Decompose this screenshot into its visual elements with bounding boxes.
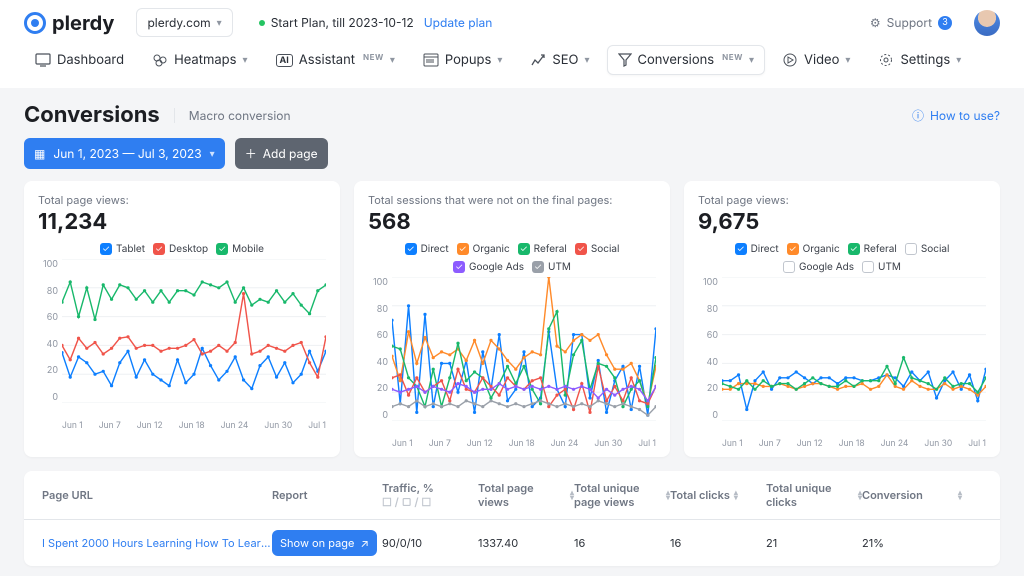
nav-video[interactable]: Video ▾ [771, 45, 861, 75]
plus-icon: ＋ [245, 145, 257, 162]
legend-organic[interactable]: ✓Organic [787, 243, 840, 255]
th-report[interactable]: Report [272, 488, 382, 502]
sort-icon[interactable]: ▴▾ [734, 490, 738, 500]
chevron-down-icon: ▾ [956, 54, 961, 66]
legend-social[interactable]: Social [905, 243, 950, 255]
th-url[interactable]: Page URL [42, 488, 272, 502]
legend-direct[interactable]: ✓Direct [405, 243, 449, 255]
page-title: Conversions [24, 102, 160, 128]
th-views[interactable]: Total page views ▴▾ [478, 481, 574, 509]
card-0: Total page views:11,234✓Tablet✓Desktop✓M… [24, 181, 340, 457]
nav-conversions[interactable]: ConversionsNEW ▾ [607, 45, 765, 75]
card-value: 9,675 [698, 209, 986, 235]
nav-heatmaps[interactable]: Heatmaps ▾ [141, 45, 258, 75]
card-value: 11,234 [38, 209, 326, 235]
legend-tablet[interactable]: ✓Tablet [100, 243, 145, 255]
nav-assistant[interactable]: AI AssistantNEW ▾ [265, 45, 406, 75]
table-row: I Spent 2000 Hours Learning How To Learn… [24, 519, 1000, 566]
support-count: 3 [938, 16, 952, 30]
card-1: Total sessions that were not on the fina… [354, 181, 670, 457]
dot-icon [259, 20, 265, 26]
legend-utm[interactable]: ✓UTM [532, 261, 571, 273]
chevron-down-icon: ▾ [845, 54, 850, 66]
chevron-down-icon: ▾ [217, 17, 222, 29]
th-conversion[interactable]: Conversion [862, 488, 958, 502]
legend-social[interactable]: ✓Social [575, 243, 620, 255]
legend-google-ads[interactable]: Google Ads [783, 261, 854, 273]
add-page-button[interactable]: ＋ Add page [235, 138, 328, 169]
user-avatar[interactable] [974, 10, 1000, 36]
legend-desktop[interactable]: ✓Desktop [153, 243, 208, 255]
legend-mobile[interactable]: ✓Mobile [216, 243, 264, 255]
chevron-down-icon: ▾ [210, 148, 215, 160]
row-url[interactable]: I Spent 2000 Hours Learning How To Learn… [42, 536, 272, 550]
legend-referal[interactable]: ✓Referal [518, 243, 567, 255]
card-2: Total page views:9,675✓Direct✓Organic✓Re… [684, 181, 1000, 457]
help-icon: ⓘ [912, 107, 924, 124]
th-unique-clicks[interactable]: Total unique clicks ▴▾ [766, 481, 862, 509]
calendar-icon: ▦ [34, 146, 45, 161]
page-subtitle: Macro conversion [174, 108, 291, 123]
nav-popups[interactable]: Popups ▾ [412, 45, 514, 75]
sort-icon[interactable]: ▴▾ [958, 490, 962, 500]
brand-name: plerdy [52, 11, 114, 35]
legend-referal[interactable]: ✓Referal [848, 243, 897, 255]
chevron-down-icon: ▾ [497, 54, 502, 66]
chevron-down-icon: ▾ [243, 54, 248, 66]
legend-google-ads[interactable]: ✓Google Ads [453, 261, 524, 273]
chevron-down-icon: ▾ [584, 54, 589, 66]
card-value: 568 [368, 209, 656, 235]
brand-logo[interactable]: plerdy [24, 11, 114, 35]
plan-info: Start Plan, till 2023-10-12 Update plan [259, 15, 493, 30]
gear-icon: ⚙ [870, 15, 881, 30]
th-clicks[interactable]: Total clicks ▴▾ [670, 488, 766, 502]
chevron-down-icon: ▾ [749, 54, 754, 66]
th-unique-views[interactable]: Total unique page views ▴▾ [574, 481, 670, 509]
nav-dashboard[interactable]: Dashboard [24, 45, 135, 75]
nav-seo[interactable]: SEO ▾ [519, 45, 600, 75]
external-icon: ↗ [360, 536, 369, 550]
logo-icon [24, 12, 46, 34]
th-traffic[interactable]: Traffic, %☐ / ▢ / ☐ [382, 481, 478, 509]
update-plan-link[interactable]: Update plan [424, 15, 493, 30]
nav-settings[interactable]: Settings ▾ [867, 45, 972, 75]
legend-organic[interactable]: ✓Organic [457, 243, 510, 255]
support-link[interactable]: ⚙ Support 3 [870, 15, 952, 30]
chevron-down-icon: ▾ [390, 54, 395, 66]
how-to-link[interactable]: ⓘ How to use? [912, 107, 1000, 124]
date-range-picker[interactable]: ▦ Jun 1, 2023 — Jul 3, 2023 ▾ [24, 138, 225, 169]
show-on-page-button[interactable]: Show on page ↗ [272, 530, 377, 556]
legend-direct[interactable]: ✓Direct [735, 243, 779, 255]
domain-selector[interactable]: plerdy.com ▾ [136, 8, 232, 37]
legend-utm[interactable]: UTM [862, 261, 901, 273]
